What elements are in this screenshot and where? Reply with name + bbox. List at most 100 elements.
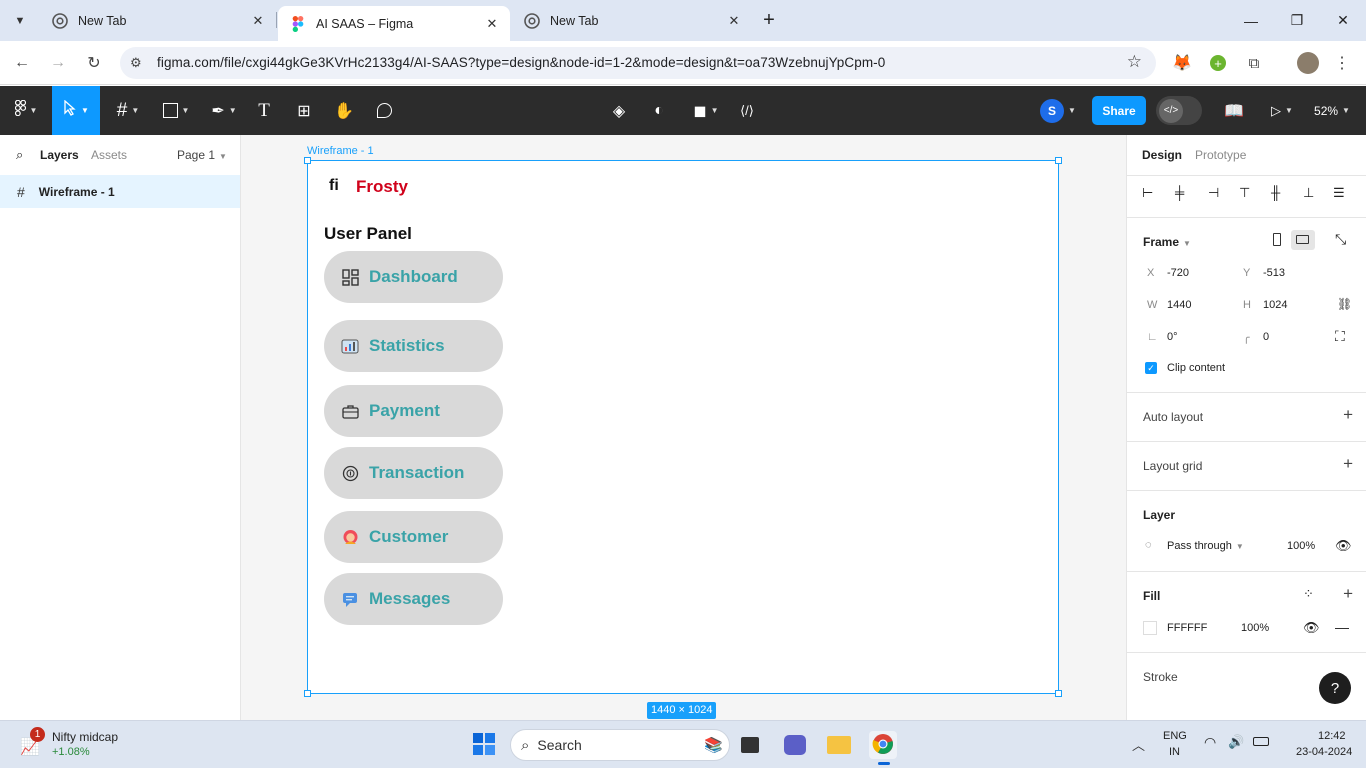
close-tab-icon[interactable]: ✕: [248, 13, 268, 29]
align-center-v-icon[interactable]: ╫: [1271, 185, 1280, 200]
dev-mode-toggle[interactable]: </>: [1156, 96, 1202, 125]
text-tool-button[interactable]: T: [252, 86, 276, 135]
distribute-icon[interactable]: ☰: [1333, 185, 1345, 201]
tab-search-button[interactable]: ▼: [8, 9, 32, 33]
y-input[interactable]: -513: [1263, 267, 1285, 279]
frame-label[interactable]: Wireframe - 1: [307, 145, 374, 157]
move-tool-button[interactable]: ▼: [52, 86, 100, 135]
restore-button[interactable]: ❐: [1274, 0, 1320, 41]
resize-handle[interactable]: [1055, 690, 1062, 697]
clock-time[interactable]: 12:42: [1318, 730, 1346, 742]
align-center-h-icon[interactable]: ╪: [1175, 185, 1184, 200]
nav-item-messages[interactable]: Messages: [324, 573, 503, 625]
add-fill-icon[interactable]: +: [1343, 584, 1353, 604]
align-left-icon[interactable]: ⊢: [1142, 185, 1153, 201]
forward-button[interactable]: →: [46, 51, 70, 75]
nav-item-statistics[interactable]: Statistics: [324, 320, 503, 372]
shape-tool-button[interactable]: ▼: [156, 86, 196, 135]
tab-new-tab-1[interactable]: New Tab ✕: [40, 0, 277, 41]
hand-tool-button[interactable]: ✋: [332, 86, 356, 135]
layer-row-wireframe[interactable]: # Wireframe - 1: [0, 175, 240, 208]
back-button[interactable]: ←: [10, 51, 34, 75]
landscape-icon[interactable]: [1291, 230, 1315, 250]
language-top[interactable]: ENG: [1163, 730, 1187, 742]
battery-icon[interactable]: [1253, 737, 1269, 746]
present-button[interactable]: ▷ ▼: [1264, 86, 1300, 135]
fill-swatch[interactable]: [1143, 621, 1157, 635]
close-tab-icon[interactable]: ✕: [482, 16, 502, 32]
site-info-icon[interactable]: ⚙: [130, 55, 142, 71]
extensions-puzzle-icon[interactable]: ⧉: [1242, 51, 1266, 75]
x-input[interactable]: -720: [1167, 267, 1189, 279]
url-field[interactable]: ⚙ figma.com/file/cxgi44gkGe3KVrHc2133g4/…: [120, 47, 1156, 79]
clock-date[interactable]: 23-04-2024: [1296, 746, 1352, 758]
close-tab-icon[interactable]: ✕: [724, 13, 744, 29]
resize-handle[interactable]: [304, 690, 311, 697]
frame-title[interactable]: Frame ▼: [1143, 235, 1191, 249]
frame-tool-button[interactable]: # ▼: [108, 86, 148, 135]
pen-tool-button[interactable]: ✒ ▼: [204, 86, 244, 135]
eye-icon[interactable]: 👁: [1335, 538, 1352, 554]
zoom-menu[interactable]: 52% ▼: [1310, 86, 1354, 135]
market-widget[interactable]: 📈 1 Nifty midcap +1.08%: [16, 727, 146, 763]
corner-radius-input[interactable]: 0: [1263, 331, 1269, 343]
show-hidden-icons-button[interactable]: ︿: [1132, 735, 1145, 754]
user-avatar-button[interactable]: S ▼: [1036, 86, 1080, 135]
meet-button[interactable]: [781, 731, 809, 759]
share-button[interactable]: Share: [1092, 96, 1146, 125]
profile-avatar[interactable]: [1296, 51, 1320, 75]
align-right-icon[interactable]: ⊣: [1208, 185, 1219, 201]
reload-button[interactable]: ↻: [82, 51, 106, 75]
w-input[interactable]: 1440: [1167, 299, 1191, 311]
resources-button[interactable]: ⊞: [292, 86, 316, 135]
language-bottom[interactable]: IN: [1169, 746, 1180, 758]
nav-item-transaction[interactable]: Transaction: [324, 447, 503, 499]
resize-to-fit-icon[interactable]: ⤡: [1335, 231, 1346, 248]
main-menu-button[interactable]: ▼: [6, 86, 46, 135]
new-tab-button[interactable]: +: [746, 0, 792, 41]
fill-hex-input[interactable]: FFFFFF: [1167, 622, 1207, 634]
wifi-icon[interactable]: ◠: [1204, 734, 1216, 751]
nav-item-payment[interactable]: Payment: [324, 385, 503, 437]
close-window-button[interactable]: ✕: [1320, 0, 1366, 41]
file-explorer-button[interactable]: [825, 731, 853, 759]
nav-item-customer[interactable]: Customer: [324, 511, 503, 563]
bookmark-star-icon[interactable]: ☆: [1127, 52, 1142, 72]
resize-handle[interactable]: [304, 157, 311, 164]
wireframe-frame[interactable]: fi Frosty User Panel Dashboard Statistic…: [304, 157, 1062, 697]
boolean-button[interactable]: ◼ ▼: [686, 86, 726, 135]
volume-icon[interactable]: 🔊: [1228, 734, 1244, 750]
nav-item-dashboard[interactable]: Dashboard: [324, 251, 503, 303]
page-selector[interactable]: Page 1 ▼: [177, 148, 227, 162]
crop-button[interactable]: ⟨/⟩: [734, 86, 760, 135]
h-input[interactable]: 1024: [1263, 299, 1287, 311]
fill-styles-icon[interactable]: ⁘: [1303, 586, 1314, 602]
browser-menu-icon[interactable]: ⋮: [1330, 51, 1354, 75]
align-bottom-icon[interactable]: ⊥: [1303, 185, 1314, 201]
comment-tool-button[interactable]: [372, 86, 396, 135]
tab-design[interactable]: Design: [1142, 148, 1182, 162]
clip-content-checkbox[interactable]: ✓: [1145, 362, 1157, 374]
component-button[interactable]: ◈: [606, 86, 632, 135]
tab-new-tab-2[interactable]: New Tab ✕: [512, 0, 752, 41]
design-canvas[interactable]: Wireframe - 1 fi Frosty User Panel Dashb…: [241, 135, 1126, 720]
rotation-input[interactable]: 0°: [1167, 331, 1178, 343]
portrait-icon[interactable]: [1273, 233, 1281, 246]
blend-mode-select[interactable]: Pass through ▼: [1167, 540, 1244, 552]
remove-fill-icon[interactable]: —: [1335, 619, 1349, 635]
align-top-icon[interactable]: ⊤: [1239, 185, 1250, 201]
start-button[interactable]: [470, 731, 498, 759]
library-button[interactable]: 📖: [1222, 86, 1246, 135]
help-button[interactable]: ?: [1319, 672, 1351, 704]
search-icon[interactable]: ⌕: [16, 147, 23, 163]
extension-plus-icon[interactable]: +: [1206, 51, 1230, 75]
fill-visibility-icon[interactable]: 👁: [1303, 620, 1320, 636]
add-layout-grid-icon[interactable]: +: [1343, 454, 1353, 474]
resize-handle[interactable]: [1055, 157, 1062, 164]
taskbar-search[interactable]: ⌕ Search 📚: [510, 729, 730, 761]
task-view-button[interactable]: [736, 731, 764, 759]
add-auto-layout-icon[interactable]: +: [1343, 405, 1353, 425]
metamask-extension-icon[interactable]: 🦊: [1170, 51, 1194, 75]
tab-assets[interactable]: Assets: [91, 148, 127, 162]
tab-ai-saas-figma[interactable]: AI SAAS – Figma ✕: [278, 6, 510, 41]
